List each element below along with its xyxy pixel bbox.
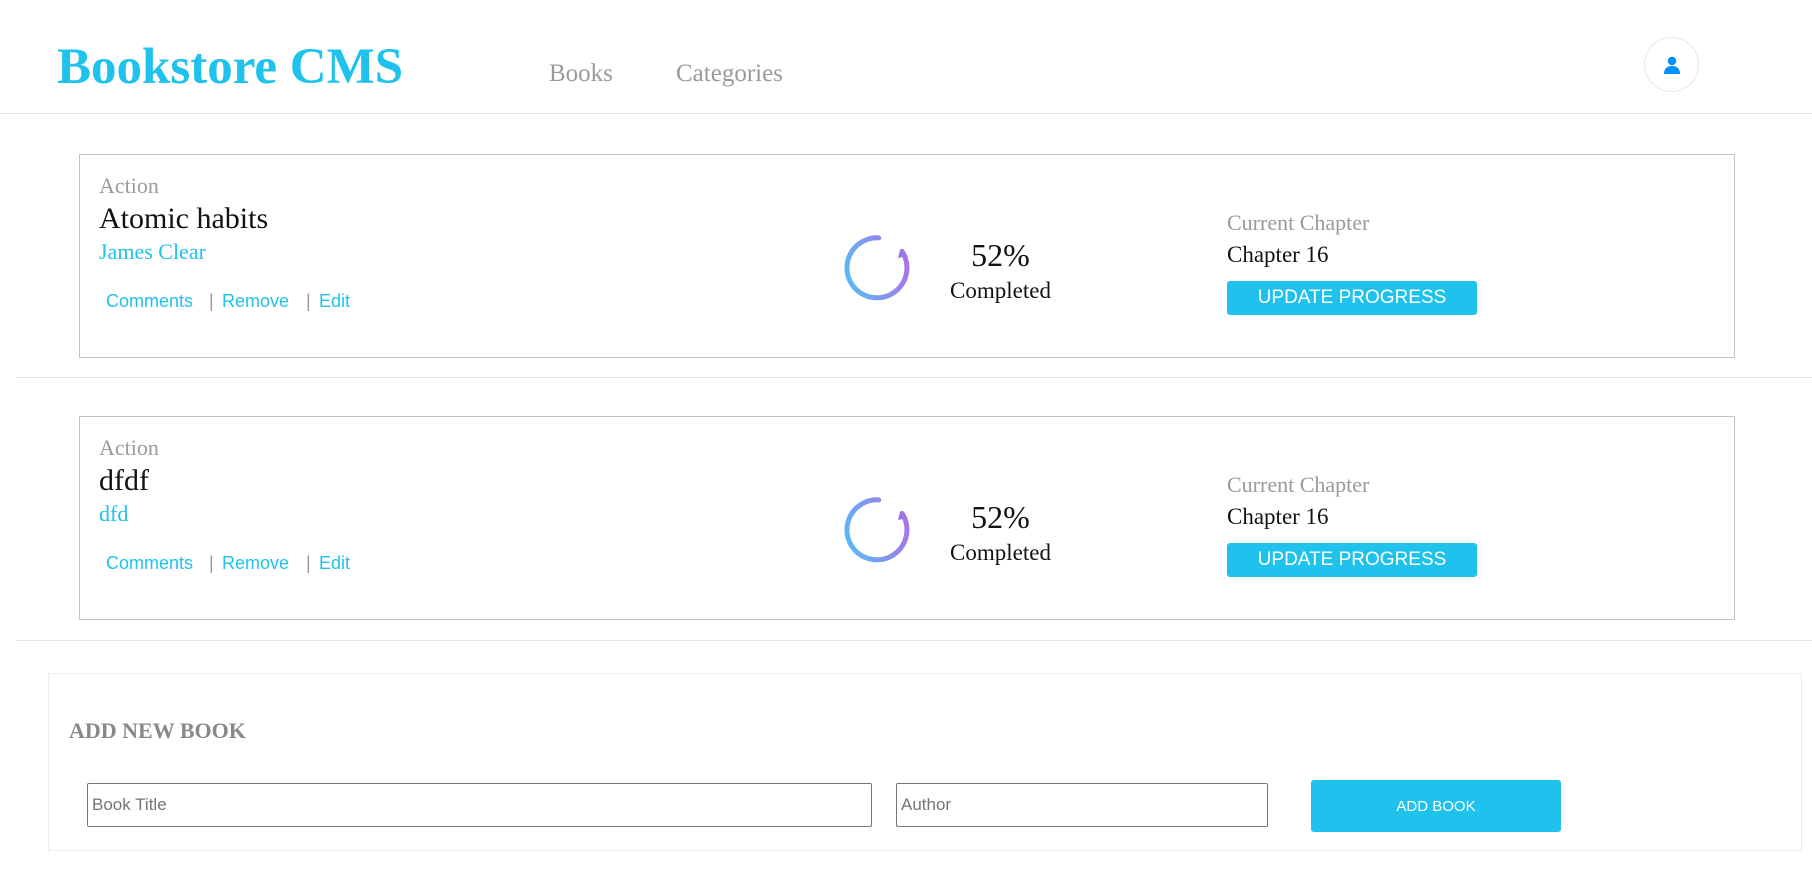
book-author[interactable]: James Clear xyxy=(99,237,206,267)
current-chapter-value: Chapter 16 xyxy=(1227,242,1329,267)
book-title-input[interactable] xyxy=(87,783,872,827)
progress-status: Completed xyxy=(950,540,1051,565)
current-chapter-label: Current Chapter xyxy=(1227,472,1370,497)
action-divider: | xyxy=(306,291,311,311)
nav-books-link[interactable]: Books xyxy=(549,56,613,92)
site-header: Bookstore CMS Books Categories xyxy=(0,0,1812,114)
user-profile-button[interactable] xyxy=(1644,37,1699,92)
book-card: Action Atomic habits James Clear Comment… xyxy=(79,154,1735,358)
remove-button[interactable]: Remove xyxy=(222,289,289,313)
user-icon xyxy=(1663,56,1680,74)
update-progress-button[interactable]: UPDATE PROGRESS xyxy=(1227,281,1477,315)
edit-button[interactable]: Edit xyxy=(319,551,350,575)
book-genre: Action xyxy=(99,173,159,198)
action-divider: | xyxy=(306,553,311,573)
add-book-button[interactable]: ADD BOOK xyxy=(1311,780,1561,832)
progress-status: Completed xyxy=(950,278,1051,303)
edit-button[interactable]: Edit xyxy=(319,289,350,313)
site-logo[interactable]: Bookstore CMS xyxy=(57,34,403,100)
author-input[interactable] xyxy=(896,783,1268,827)
nav-categories-link[interactable]: Categories xyxy=(676,56,783,92)
comments-button[interactable]: Comments xyxy=(106,289,193,313)
add-book-heading: ADD NEW BOOK xyxy=(69,718,246,743)
progress-circle-icon xyxy=(844,235,910,301)
book-title: Atomic habits xyxy=(99,202,269,235)
action-divider: | xyxy=(209,291,214,311)
book-title: dfdf xyxy=(99,464,149,497)
book-genre: Action xyxy=(99,435,159,460)
row-divider xyxy=(16,377,1812,378)
current-chapter-value: Chapter 16 xyxy=(1227,504,1329,529)
add-book-form: ADD NEW BOOK ADD BOOK xyxy=(48,673,1802,851)
progress-percent: 52% xyxy=(971,499,1030,535)
progress-percent: 52% xyxy=(971,237,1030,273)
remove-button[interactable]: Remove xyxy=(222,551,289,575)
book-author[interactable]: dfd xyxy=(99,499,128,529)
comments-button[interactable]: Comments xyxy=(106,551,193,575)
action-divider: | xyxy=(209,553,214,573)
current-chapter-label: Current Chapter xyxy=(1227,210,1370,235)
row-divider xyxy=(16,640,1812,641)
update-progress-button[interactable]: UPDATE PROGRESS xyxy=(1227,543,1477,577)
progress-circle-icon xyxy=(844,497,910,563)
book-card: Action dfdf dfd Comments | Remove | Edit… xyxy=(79,416,1735,620)
